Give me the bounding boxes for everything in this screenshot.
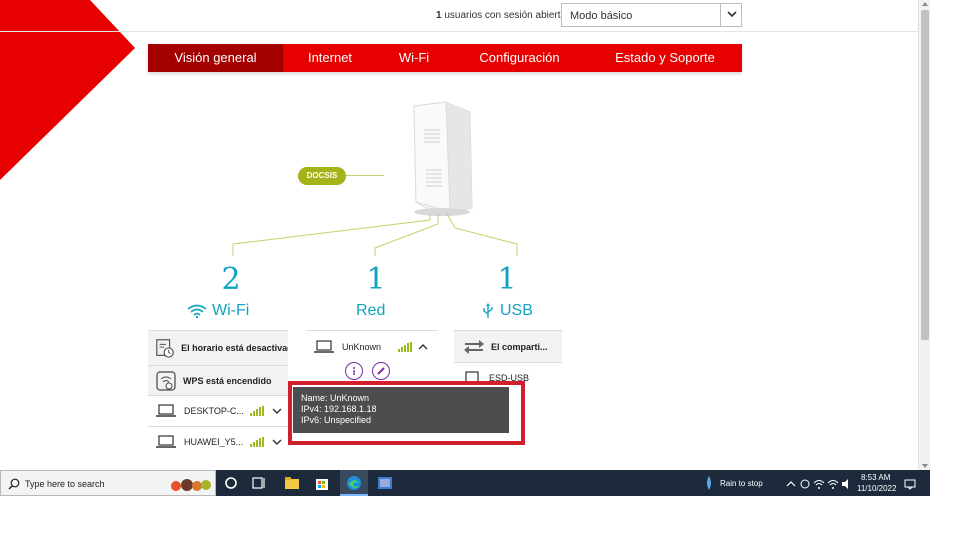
wifi-icon (187, 304, 207, 318)
session-info: 1 usuarios con sesión abierta (436, 10, 567, 21)
store-icon[interactable] (313, 474, 331, 492)
vertical-scrollbar[interactable] (918, 0, 930, 470)
main-nav: Visión general Internet Wi-Fi Configurac… (148, 44, 742, 72)
red-label: Red (356, 302, 386, 319)
chevron-down-icon (727, 11, 737, 18)
wifi-count: 2 (221, 262, 241, 297)
signal-icon (398, 341, 412, 352)
meet-now-icon[interactable] (799, 478, 811, 490)
tab-internet[interactable]: Internet (283, 44, 377, 72)
tab-wifi[interactable]: Wi-Fi (377, 44, 451, 72)
tab-estado-soporte[interactable]: Estado y Soporte (588, 44, 742, 72)
chevron-down-icon[interactable] (272, 438, 282, 446)
connection-tree (232, 213, 518, 256)
mode-select[interactable]: Modo básico (561, 3, 742, 27)
info-button[interactable] (345, 362, 363, 380)
wifi-device-label: HUAWEI_Y5... (184, 437, 244, 447)
wps-icon (156, 370, 176, 391)
docsis-badge: DOCSIS (298, 167, 346, 185)
tab-vision-general[interactable]: Visión general (148, 44, 283, 72)
usb-sharing-row[interactable]: El comparti... (454, 330, 562, 362)
taskbar-search[interactable]: Type here to search (0, 470, 216, 496)
laptop-icon (156, 404, 176, 417)
wifi-wps-row[interactable]: WPS está encendido (148, 365, 288, 395)
signal-icon (250, 406, 264, 416)
usb-label: USB (500, 302, 533, 319)
network-icon[interactable] (813, 478, 825, 490)
wifi-device-label: DESKTOP-C... (184, 406, 244, 416)
usb-header: USB (481, 301, 533, 321)
wifi-tray-icon[interactable] (827, 478, 839, 490)
windows-taskbar: Type here to search Rain to stop 8:53 AM… (0, 470, 930, 496)
search-icon (8, 478, 20, 490)
red-device-row[interactable]: UnKnown (306, 330, 438, 362)
wifi-header: Wi-Fi (187, 301, 249, 321)
laptop-icon (156, 435, 176, 448)
clock-time[interactable]: 8:53 AM (861, 473, 890, 482)
wifi-device-row[interactable]: DESKTOP-C... (148, 395, 288, 426)
wifi-schedule-row[interactable]: El horario está desactivado (148, 330, 288, 365)
highlight-box (288, 381, 525, 445)
top-bar: 1 usuarios con sesión abierta Modo básic… (0, 0, 918, 32)
file-explorer-icon[interactable] (283, 474, 301, 492)
search-highlight-icon (171, 479, 211, 491)
mode-select-value: Modo básico (570, 10, 633, 22)
blank-edge (930, 0, 960, 540)
weather-icon (707, 476, 711, 490)
app-icon[interactable] (376, 474, 394, 492)
chevron-up-icon[interactable] (418, 343, 428, 351)
volume-icon[interactable] (841, 478, 853, 490)
cortana-icon[interactable] (222, 474, 240, 492)
wifi-wps-label: WPS está encendido (183, 375, 272, 386)
weather-text[interactable]: Rain to stop (720, 479, 763, 488)
wifi-device-row[interactable]: HUAWEI_Y5... (148, 426, 288, 457)
red-device-label: UnKnown (342, 341, 382, 352)
scroll-thumb[interactable] (921, 10, 929, 340)
laptop-icon (314, 339, 334, 353)
pencil-icon (377, 367, 385, 375)
scroll-down-icon[interactable] (922, 464, 928, 468)
chevron-down-icon[interactable] (272, 407, 282, 415)
edge-taskbar-button[interactable] (340, 470, 368, 496)
router-web-page: 1 usuarios con sesión abierta Modo básic… (0, 0, 918, 470)
transfer-icon (464, 339, 484, 354)
signal-icon (250, 437, 264, 447)
blank-area (0, 496, 930, 540)
router-image (413, 101, 473, 217)
edit-button[interactable] (372, 362, 390, 380)
edge-icon (347, 476, 361, 490)
usb-sharing-label: El comparti... (491, 341, 548, 352)
info-icon (353, 367, 355, 375)
wifi-label: Wi-Fi (212, 302, 250, 319)
docsis-connector (346, 175, 384, 176)
notifications-icon[interactable] (904, 478, 916, 490)
task-view-icon[interactable] (250, 474, 268, 492)
red-header: Red (356, 301, 385, 321)
wifi-schedule-label: El horario está desactivado (181, 343, 288, 353)
usb-count: 1 (497, 262, 517, 297)
search-placeholder: Type here to search (25, 479, 105, 489)
scroll-up-icon[interactable] (922, 2, 928, 6)
usb-icon (483, 303, 493, 318)
clock-date[interactable]: 11/10/2022 (857, 484, 896, 493)
red-count: 1 (366, 262, 386, 297)
chevron-up-icon[interactable] (786, 480, 796, 488)
schedule-icon (156, 339, 174, 358)
tab-configuracion[interactable]: Configuración (451, 44, 588, 72)
